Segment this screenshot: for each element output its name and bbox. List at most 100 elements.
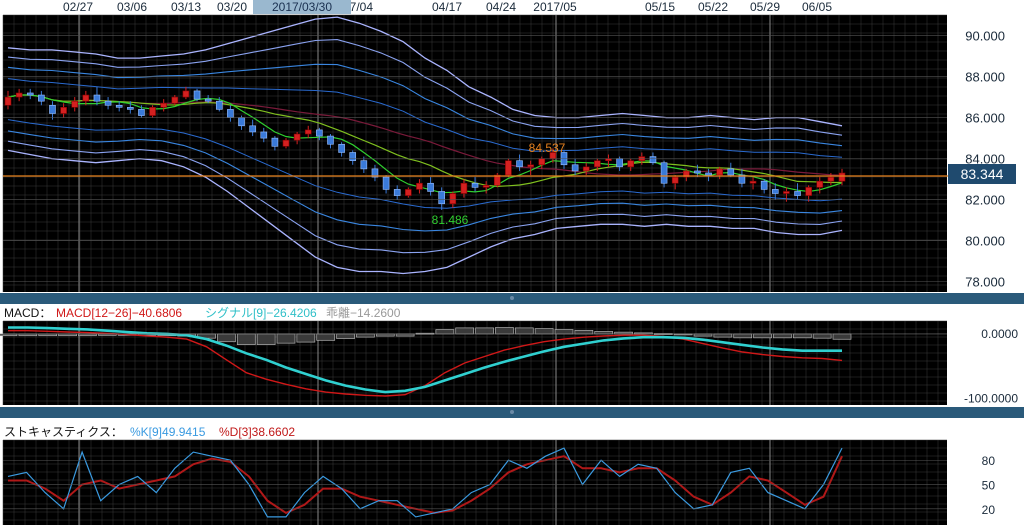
stoch-tick-label: 20 — [982, 503, 996, 517]
drag-handle-icon[interactable] — [510, 296, 514, 300]
candle-body — [15, 92, 23, 98]
price-tick-label: 78.000 — [965, 275, 1005, 290]
candle-body — [238, 117, 245, 127]
low-annotation: 81.486 — [432, 213, 469, 227]
candle-body — [338, 143, 345, 153]
candle-body — [416, 182, 423, 190]
macd-signal-value: シグナル[9]−26.4206 — [205, 306, 317, 320]
date-tick-label: 05/29 — [750, 0, 780, 14]
stoch-tick-label: 50 — [982, 479, 996, 493]
candle-body — [26, 92, 34, 96]
price-tick-label: 88.000 — [965, 70, 1005, 85]
cursor-date-label: 2017/03/30 — [272, 0, 332, 14]
candle-body — [193, 90, 201, 100]
macd-histogram-bar — [316, 333, 336, 341]
candle-body — [104, 100, 112, 106]
macd-value: MACD[12−26]−40.6806 — [56, 306, 182, 320]
stoch-k-value: %K[9]49.9415 — [130, 425, 206, 439]
candle-body — [171, 96, 179, 104]
candle-body — [82, 94, 90, 102]
date-tick-label: 02/27 — [63, 0, 93, 14]
candle-body — [182, 90, 190, 98]
date-tick-label: 2017/05 — [533, 0, 577, 14]
macd-histogram-bar — [435, 329, 455, 335]
candle-body — [427, 182, 434, 192]
candle-body — [71, 100, 79, 108]
macd-histogram-bar — [455, 327, 475, 335]
candle-body — [382, 176, 390, 190]
macd-histogram-bar — [217, 333, 236, 343]
candle-body — [582, 166, 590, 172]
macd-histogram-bar — [832, 333, 852, 340]
macd-histogram-bar — [336, 333, 355, 339]
candle-body — [527, 164, 534, 168]
candle-body — [149, 107, 156, 116]
macd-histogram-bar — [574, 330, 594, 335]
candle-body — [316, 129, 323, 137]
candle-body — [405, 189, 412, 196]
stoch-tick-label: 80 — [982, 454, 996, 468]
price-tick-label: 90.000 — [965, 29, 1005, 44]
macd-histogram-bar — [236, 333, 256, 345]
macd-histogram-bar — [733, 333, 753, 339]
candle-body — [816, 180, 824, 188]
candle-body — [93, 94, 101, 102]
candle-body — [794, 191, 801, 196]
macd-hist-value: 乖離−14.2600 — [326, 306, 401, 320]
candle-body — [127, 107, 134, 110]
macd-histogram-bar — [495, 327, 514, 335]
current-price-label: 83.344 — [961, 166, 1004, 182]
candle-body — [327, 135, 334, 145]
candle-body — [827, 176, 835, 182]
macd-histogram-bar — [812, 333, 832, 339]
candle-body — [138, 109, 145, 116]
candle-body — [627, 160, 635, 168]
macd-histogram-bar — [395, 333, 415, 337]
drag-handle-icon[interactable] — [510, 410, 514, 414]
date-axis: 02/27 03/06 03/13 03/20 07/04 04/17 04/24 2017/… — [63, 0, 832, 14]
macd-histogram-bar — [296, 333, 316, 343]
date-tick-label: 04/17 — [432, 0, 462, 14]
macd-histogram-bar — [792, 333, 812, 339]
candle-body — [671, 176, 679, 184]
candle-body — [594, 160, 601, 168]
date-tick-label: 05/15 — [645, 0, 675, 14]
candle-body — [571, 164, 579, 172]
macd-histogram-bar — [475, 327, 494, 335]
macd-histogram-bar — [713, 333, 733, 338]
candle-body — [516, 160, 523, 168]
macd-histogram-bar — [256, 333, 276, 345]
candle-body — [705, 172, 712, 176]
macd-histogram-bar — [375, 333, 395, 337]
macd-histogram-bar — [594, 331, 614, 335]
date-tick-label: 03/06 — [117, 0, 147, 14]
candle-body — [215, 100, 223, 110]
macd-tick-label: 0.0000 — [981, 327, 1018, 341]
candle-body — [471, 182, 479, 188]
date-tick-label: 05/22 — [698, 0, 728, 14]
candle-body — [438, 191, 445, 205]
candle-body — [393, 189, 401, 196]
candle-body — [282, 139, 290, 147]
candle-body — [771, 189, 779, 194]
candle-body — [660, 162, 668, 184]
candle-body — [49, 104, 56, 114]
macd-histogram-bar — [534, 328, 554, 335]
candle-body — [482, 185, 490, 188]
candle-body — [304, 129, 312, 135]
candle-body — [449, 193, 457, 205]
stoch-d-value: %D[3]38.6602 — [219, 425, 295, 439]
macd-histogram-bar — [773, 333, 792, 339]
candle-body — [649, 156, 657, 164]
candle-body — [694, 170, 701, 174]
date-tick-label: 06/05 — [802, 0, 832, 14]
high-annotation: 84.537 — [529, 141, 566, 155]
price-tick-label: 80.000 — [965, 234, 1005, 249]
candle-body — [505, 160, 512, 176]
candle-body — [838, 172, 846, 182]
candle-body — [760, 180, 768, 190]
candle-body — [271, 137, 279, 147]
date-tick-label: 04/24 — [486, 0, 516, 14]
candle-body — [716, 168, 723, 176]
macd-label: MACD： — [4, 306, 51, 320]
